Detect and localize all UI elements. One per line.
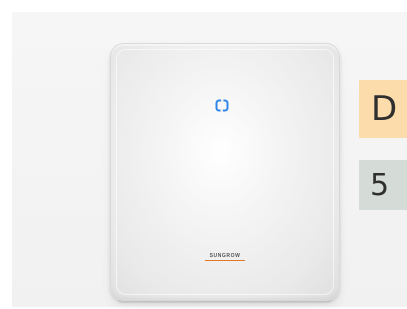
side-label-d: D — [359, 80, 407, 138]
product-photo: SUNGROW — [12, 12, 407, 307]
brand-logo-accent — [205, 260, 245, 261]
side-label-5-text: 5 — [370, 167, 390, 203]
screenshot-stage: SUNGROW D 5 — [0, 0, 407, 309]
side-label-d-text: D — [371, 89, 398, 129]
inverter-device: SUNGROW — [110, 43, 340, 301]
status-led-icon — [215, 99, 229, 112]
brand-logo: SUNGROW — [209, 253, 241, 259]
side-label-5: 5 — [359, 160, 407, 210]
